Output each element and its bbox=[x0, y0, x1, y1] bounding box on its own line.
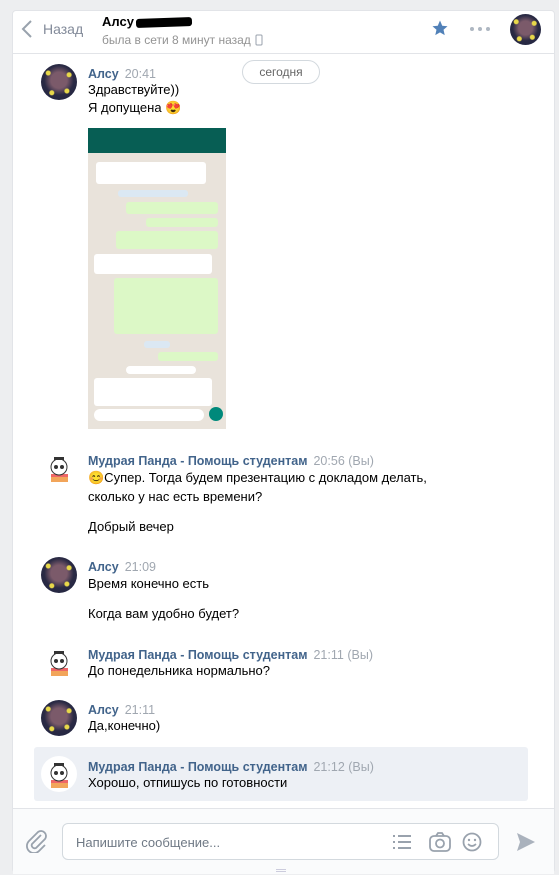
contact-name[interactable]: Алсу bbox=[102, 14, 193, 29]
you-label: (Вы) bbox=[347, 648, 373, 662]
paperclip-icon[interactable] bbox=[25, 829, 47, 853]
message-text: Когда вам удобно будет? bbox=[88, 606, 240, 621]
resize-handle[interactable] bbox=[276, 869, 286, 872]
message-placeholder: Напишите сообщение... bbox=[76, 835, 221, 850]
panda-icon bbox=[50, 763, 68, 788]
avatar[interactable] bbox=[41, 64, 77, 100]
panda-icon bbox=[50, 651, 68, 676]
author-text: Мудрая Панда - Помощь студентам bbox=[88, 454, 308, 468]
chat-header: Назад Алсу была в сети 8 минут назад bbox=[13, 11, 554, 54]
camera-icon[interactable] bbox=[429, 832, 451, 852]
message-text: сколько у нас есть времени? bbox=[88, 489, 263, 504]
author-name[interactable]: Алсу 21:11 bbox=[88, 703, 155, 717]
avatar[interactable] bbox=[41, 450, 77, 486]
author-text: Алсу bbox=[88, 703, 119, 717]
composer: Напишите сообщение... bbox=[13, 808, 554, 874]
avatar[interactable] bbox=[41, 557, 77, 593]
you-label: (Вы) bbox=[348, 760, 374, 774]
star-icon[interactable] bbox=[431, 19, 449, 37]
author-name[interactable]: Мудрая Панда - Помощь студентам 20:56 (Вы… bbox=[88, 454, 374, 468]
status-text: была в сети 8 минут назад bbox=[102, 33, 251, 47]
message-time: 20:41 bbox=[124, 67, 156, 81]
avatar[interactable] bbox=[41, 700, 77, 736]
author-name[interactable]: Алсу 20:41 bbox=[88, 67, 156, 81]
author-text: Мудрая Панда - Помощь студентам bbox=[88, 760, 308, 774]
message-time: 21:11 bbox=[313, 648, 344, 662]
message-input[interactable]: Напишите сообщение... bbox=[62, 823, 499, 860]
templates-icon[interactable] bbox=[393, 834, 411, 850]
date-divider: сегодня bbox=[242, 60, 320, 84]
attached-screenshot[interactable] bbox=[88, 128, 226, 429]
chat-panel: Назад Алсу была в сети 8 минут назад сег… bbox=[12, 10, 555, 874]
message-time: 20:56 bbox=[313, 454, 345, 468]
author-text: Алсу bbox=[88, 67, 119, 81]
message-text: До понедельника нормально? bbox=[88, 663, 270, 678]
message-text: Хорошо, отпишусь по готовности bbox=[88, 775, 288, 790]
message-text: 😊Супер. Тогда будем презентацию с доклад… bbox=[88, 470, 427, 485]
message-time: 21:12 bbox=[313, 760, 345, 774]
message-text: Добрый вечер bbox=[88, 519, 174, 534]
emoji-icon[interactable] bbox=[462, 832, 482, 852]
more-icon[interactable] bbox=[470, 27, 490, 31]
author-text: Алсу bbox=[88, 560, 119, 574]
back-button[interactable]: Назад bbox=[21, 19, 83, 39]
author-name[interactable]: Алсу 21:09 bbox=[88, 560, 156, 574]
author-name[interactable]: Мудрая Панда - Помощь студентам 21:11 (Вы… bbox=[88, 648, 373, 662]
panda-icon bbox=[50, 457, 68, 482]
message-text: Да,конечно) bbox=[88, 718, 161, 733]
online-status: была в сети 8 минут назад bbox=[102, 33, 263, 47]
author-name[interactable]: Мудрая Панда - Помощь студентам 21:12 (Вы… bbox=[88, 760, 374, 774]
back-label: Назад bbox=[43, 21, 84, 37]
message-text: Время конечно есть bbox=[88, 576, 210, 591]
message-text: Я допущена 😍 bbox=[88, 100, 182, 115]
message-time: 21:11 bbox=[124, 703, 156, 717]
header-avatar[interactable] bbox=[510, 14, 541, 45]
redacted-surname bbox=[135, 17, 193, 29]
message-time: 21:09 bbox=[124, 560, 156, 574]
author-text: Мудрая Панда - Помощь студентам bbox=[88, 648, 308, 662]
mobile-icon bbox=[255, 34, 263, 46]
avatar[interactable] bbox=[41, 644, 77, 680]
contact-name-text: Алсу bbox=[102, 14, 134, 29]
chevron-left-icon bbox=[21, 20, 32, 38]
message-text: Здравствуйте)) bbox=[88, 82, 180, 97]
avatar[interactable] bbox=[41, 756, 77, 792]
send-icon[interactable] bbox=[516, 832, 536, 852]
you-label: (Вы) bbox=[348, 454, 374, 468]
